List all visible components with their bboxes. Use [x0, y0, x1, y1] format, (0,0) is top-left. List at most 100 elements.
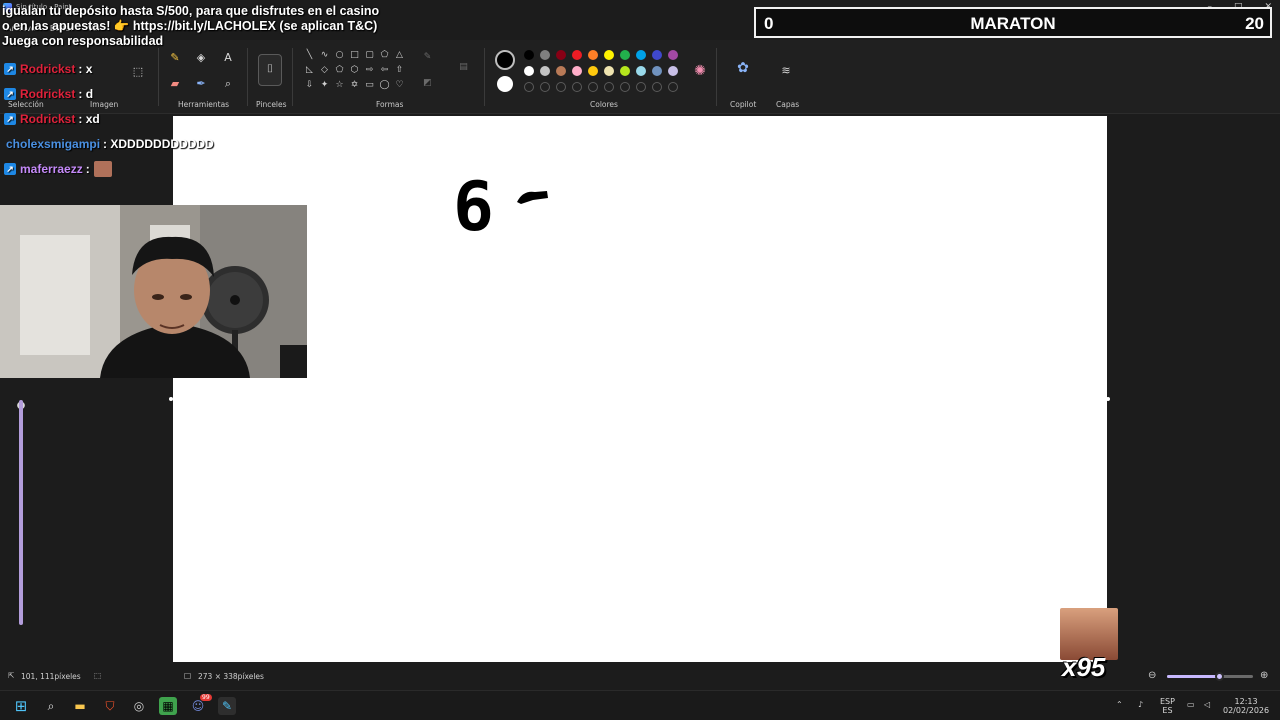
shape-options-icon[interactable]: ▤	[458, 62, 469, 73]
tray-overflow-icon[interactable]: ⌃	[1116, 700, 1123, 709]
curve-shape-icon[interactable]: ∿	[319, 50, 330, 61]
color-swatch[interactable]	[524, 50, 534, 60]
custom-color-slot[interactable]	[556, 82, 566, 92]
pentagon-shape-icon[interactable]: ⬠	[334, 65, 345, 76]
diamond-shape-icon[interactable]: ◇	[319, 65, 330, 76]
score-right: 20	[1245, 14, 1264, 33]
heart-shape-icon[interactable]: ♡	[394, 80, 405, 91]
paint-taskbar-icon[interactable]: ✎	[218, 697, 236, 715]
webcam-feed	[0, 205, 307, 378]
zoom-out-icon[interactable]: ⊖	[1148, 670, 1156, 681]
color-swatch[interactable]	[540, 50, 550, 60]
triangle-shape-icon[interactable]: △	[394, 50, 405, 61]
left-arrow-shape-icon[interactable]: ⇦	[379, 65, 390, 76]
down-arrow-shape-icon[interactable]: ⇩	[304, 80, 315, 91]
network-icon[interactable]: ▭	[1187, 700, 1195, 709]
brush-size-slider[interactable]	[19, 400, 23, 625]
volume-icon[interactable]: ◁	[1204, 700, 1210, 709]
right-triangle-shape-icon[interactable]: ◺	[304, 65, 315, 76]
color-swatch[interactable]	[604, 50, 614, 60]
color-swatch[interactable]	[668, 66, 678, 76]
stream-chat: ↗ Rodrickst : x ↗ Rodrickst : d ↗ Rodric…	[4, 56, 244, 181]
clock[interactable]: 12:13 02/02/2026	[1223, 697, 1269, 715]
language-indicator[interactable]: ESP ES	[1160, 697, 1175, 715]
color-swatch[interactable]	[588, 50, 598, 60]
color-swatch[interactable]	[668, 50, 678, 60]
four-point-star-shape-icon[interactable]: ✦	[319, 80, 330, 91]
marathon-scoreboard: 0 MARATON 20	[754, 7, 1272, 38]
color-swatch[interactable]	[572, 50, 582, 60]
custom-color-slot[interactable]	[636, 82, 646, 92]
layers-icon[interactable]: ≋	[778, 63, 794, 79]
right-arrow-shape-icon[interactable]: ⇨	[364, 65, 375, 76]
color-swatch[interactable]	[620, 66, 630, 76]
search-icon[interactable]: ⌕	[42, 697, 60, 715]
language-code: ESP	[1160, 697, 1175, 706]
color-swatch[interactable]	[652, 66, 662, 76]
color-swatch[interactable]	[556, 66, 566, 76]
six-point-star-shape-icon[interactable]: ✡	[349, 80, 360, 91]
clock-date: 02/02/2026	[1223, 706, 1270, 715]
fill-icon[interactable]: ◩	[422, 78, 433, 89]
outline-icon[interactable]: ✎	[422, 52, 433, 63]
color-swatch[interactable]	[540, 66, 550, 76]
canvas-size-text: 273 × 338píxeles	[198, 672, 264, 681]
chat-username: Rodrickst	[20, 61, 76, 76]
primary-color-swatch[interactable]	[495, 50, 515, 70]
chat-username: Rodrickst	[20, 111, 76, 126]
chat-emote	[93, 160, 112, 177]
chat-message: ↗ Rodrickst : x	[4, 56, 244, 81]
brush-icon: ⌷	[266, 62, 274, 75]
chat-text: : XDDDDDDDDDDD	[103, 136, 214, 151]
canvas-resize-handle-right[interactable]	[1106, 397, 1110, 401]
polygon-shape-icon[interactable]: ⬠	[379, 50, 390, 61]
canvas-resize-handle-left[interactable]	[169, 397, 173, 401]
brave-browser-icon[interactable]: ⛉	[101, 697, 119, 715]
minecraft-icon[interactable]: ▦	[159, 697, 177, 715]
zoom-slider[interactable]	[1167, 672, 1253, 681]
up-arrow-shape-icon[interactable]: ⇧	[394, 65, 405, 76]
zoom-slider-fill	[1167, 675, 1219, 678]
custom-color-slot[interactable]	[620, 82, 630, 92]
windows-taskbar: ⊞ ⌕ ▬ ⛉ ◎ ▦ ☺ 99 ✎ ⌃ ♪ ESP ES ▭ ◁ 12:13 …	[0, 690, 1280, 720]
color-swatch[interactable]	[652, 50, 662, 60]
custom-color-slot[interactable]	[604, 82, 614, 92]
file-explorer-icon[interactable]: ▬	[71, 697, 89, 715]
callout-oval-shape-icon[interactable]: ◯	[379, 80, 390, 91]
rectangle-shape-icon[interactable]: □	[349, 50, 360, 61]
secondary-color-swatch[interactable]	[497, 76, 513, 92]
color-swatch[interactable]	[556, 50, 566, 60]
windows-start-icon[interactable]: ⊞	[12, 697, 30, 715]
obs-icon[interactable]: ◎	[130, 697, 148, 715]
five-point-star-shape-icon[interactable]: ☆	[334, 80, 345, 91]
brush-selector-button[interactable]: ⌷	[258, 54, 282, 86]
drawing-canvas[interactable]: 6	[173, 116, 1107, 662]
emote-count: x95	[1062, 652, 1106, 682]
microphone-icon[interactable]: ♪	[1138, 700, 1143, 709]
custom-color-slot[interactable]	[668, 82, 678, 92]
custom-color-slot[interactable]	[540, 82, 550, 92]
line-shape-icon[interactable]: ╲	[304, 50, 315, 61]
zoom-in-icon[interactable]: ⊕	[1260, 670, 1268, 681]
canvas-size-icon: □	[184, 671, 192, 680]
custom-color-slot[interactable]	[588, 82, 598, 92]
chat-username: maferraezz	[20, 161, 83, 176]
color-swatch[interactable]	[588, 66, 598, 76]
zoom-slider-knob[interactable]	[1215, 672, 1224, 681]
rounded-rectangle-shape-icon[interactable]: ▢	[364, 50, 375, 61]
callout-rect-shape-icon[interactable]: ▭	[364, 80, 375, 91]
edit-colors-icon[interactable]: ✺	[692, 63, 708, 79]
color-swatch[interactable]	[636, 66, 646, 76]
selection-icon: ⬚	[94, 671, 102, 680]
color-swatch[interactable]	[636, 50, 646, 60]
hexagon-shape-icon[interactable]: ⬡	[349, 65, 360, 76]
custom-color-slot[interactable]	[652, 82, 662, 92]
color-swatch[interactable]	[604, 66, 614, 76]
copilot-icon[interactable]: ✿	[735, 60, 751, 76]
oval-shape-icon[interactable]: ○	[334, 50, 345, 61]
custom-color-slot[interactable]	[572, 82, 582, 92]
color-swatch[interactable]	[524, 66, 534, 76]
color-swatch[interactable]	[620, 50, 630, 60]
color-swatch[interactable]	[572, 66, 582, 76]
custom-color-slot[interactable]	[524, 82, 534, 92]
